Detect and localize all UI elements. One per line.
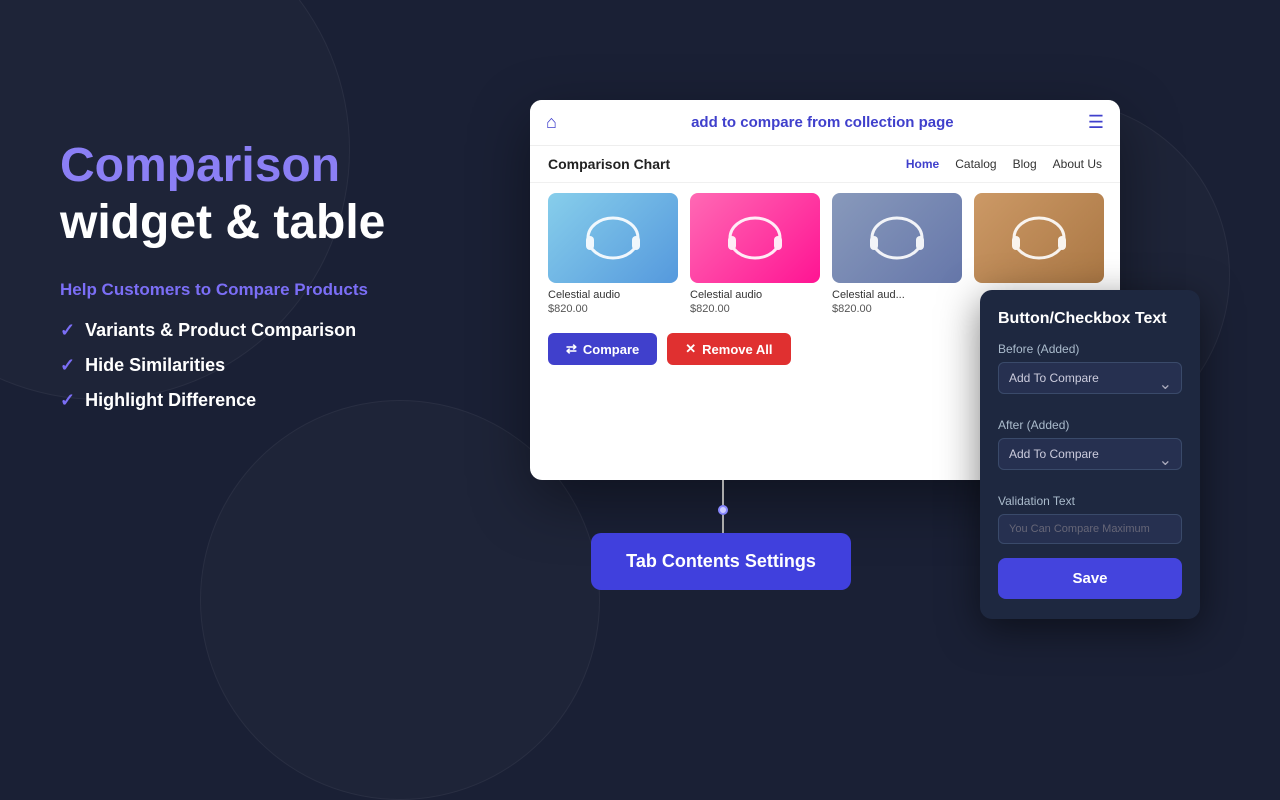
left-panel: Comparison widget & table Help Customers…	[60, 140, 480, 425]
tab-contents-settings-button[interactable]: Tab Contents Settings	[591, 533, 851, 590]
popup-panel: Button/Checkbox Text Before (Added) Add …	[980, 290, 1200, 619]
check-icon-3: ✓	[60, 390, 75, 411]
product-card-1: Celestial audio $820.00	[548, 193, 678, 315]
store-brand: Comparison Chart	[548, 156, 670, 172]
browser-title: add to compare from collection page	[557, 114, 1088, 131]
feature-item-1: ✓ Variants & Product Comparison	[60, 320, 480, 341]
store-nav-links: Home Catalog Blog About Us	[906, 157, 1102, 171]
menu-icon[interactable]: ☰	[1088, 112, 1104, 133]
feature-text-2: Hide Similarities	[85, 355, 225, 376]
subtitle: Help Customers to Compare Products	[60, 280, 480, 300]
nav-link-catalog[interactable]: Catalog	[955, 157, 996, 171]
compare-button[interactable]: ⇄ Compare	[548, 333, 657, 365]
connector-line-top	[722, 480, 724, 505]
product-price-2: $820.00	[690, 303, 820, 315]
after-label: After (Added)	[998, 418, 1182, 432]
nav-link-blog[interactable]: Blog	[1013, 157, 1037, 171]
product-card-2: Celestial audio $820.00	[690, 193, 820, 315]
product-name-3: Celestial aud...	[832, 289, 962, 301]
compare-icon: ⇄	[566, 341, 577, 357]
remove-label: Remove All	[702, 342, 772, 357]
browser-header: ⌂ add to compare from collection page ☰	[530, 100, 1120, 146]
product-name-2: Celestial audio	[690, 289, 820, 301]
product-card-3: Celestial aud... $820.00	[832, 193, 962, 315]
title-line2: widget & table	[60, 197, 480, 250]
save-button[interactable]: Save	[998, 558, 1182, 599]
tab-settings-label: Tab Contents Settings	[626, 551, 816, 571]
product-img-3	[832, 193, 962, 283]
product-price-3: $820.00	[832, 303, 962, 315]
save-label: Save	[1072, 570, 1107, 587]
check-icon-2: ✓	[60, 355, 75, 376]
product-img-4	[974, 193, 1104, 283]
home-icon[interactable]: ⌂	[546, 112, 557, 133]
validation-input[interactable]	[998, 514, 1182, 544]
product-img-2	[690, 193, 820, 283]
product-name-1: Celestial audio	[548, 289, 678, 301]
validation-label: Validation Text	[998, 494, 1182, 508]
after-select-wrapper: Add To Compare	[998, 438, 1182, 482]
remove-all-button[interactable]: ✕ Remove All	[667, 333, 790, 365]
feature-text-3: Highlight Difference	[85, 390, 256, 411]
before-added-select[interactable]: Add To Compare	[998, 362, 1182, 394]
product-img-1	[548, 193, 678, 283]
nav-link-about[interactable]: About Us	[1053, 157, 1102, 171]
product-price-1: $820.00	[548, 303, 678, 315]
before-label: Before (Added)	[998, 342, 1182, 356]
store-nav: Comparison Chart Home Catalog Blog About…	[530, 146, 1120, 183]
connector	[718, 480, 728, 540]
feature-item-2: ✓ Hide Similarities	[60, 355, 480, 376]
feature-item-3: ✓ Highlight Difference	[60, 390, 480, 411]
after-added-select[interactable]: Add To Compare	[998, 438, 1182, 470]
compare-label: Compare	[583, 342, 639, 357]
remove-icon: ✕	[685, 341, 696, 357]
popup-title: Button/Checkbox Text	[998, 310, 1182, 328]
title-line1: Comparison	[60, 140, 480, 193]
feature-text-1: Variants & Product Comparison	[85, 320, 356, 341]
nav-link-home[interactable]: Home	[906, 157, 939, 171]
feature-list: ✓ Variants & Product Comparison ✓ Hide S…	[60, 320, 480, 411]
connector-dot	[718, 505, 728, 515]
before-select-wrapper: Add To Compare	[998, 362, 1182, 406]
check-icon-1: ✓	[60, 320, 75, 341]
